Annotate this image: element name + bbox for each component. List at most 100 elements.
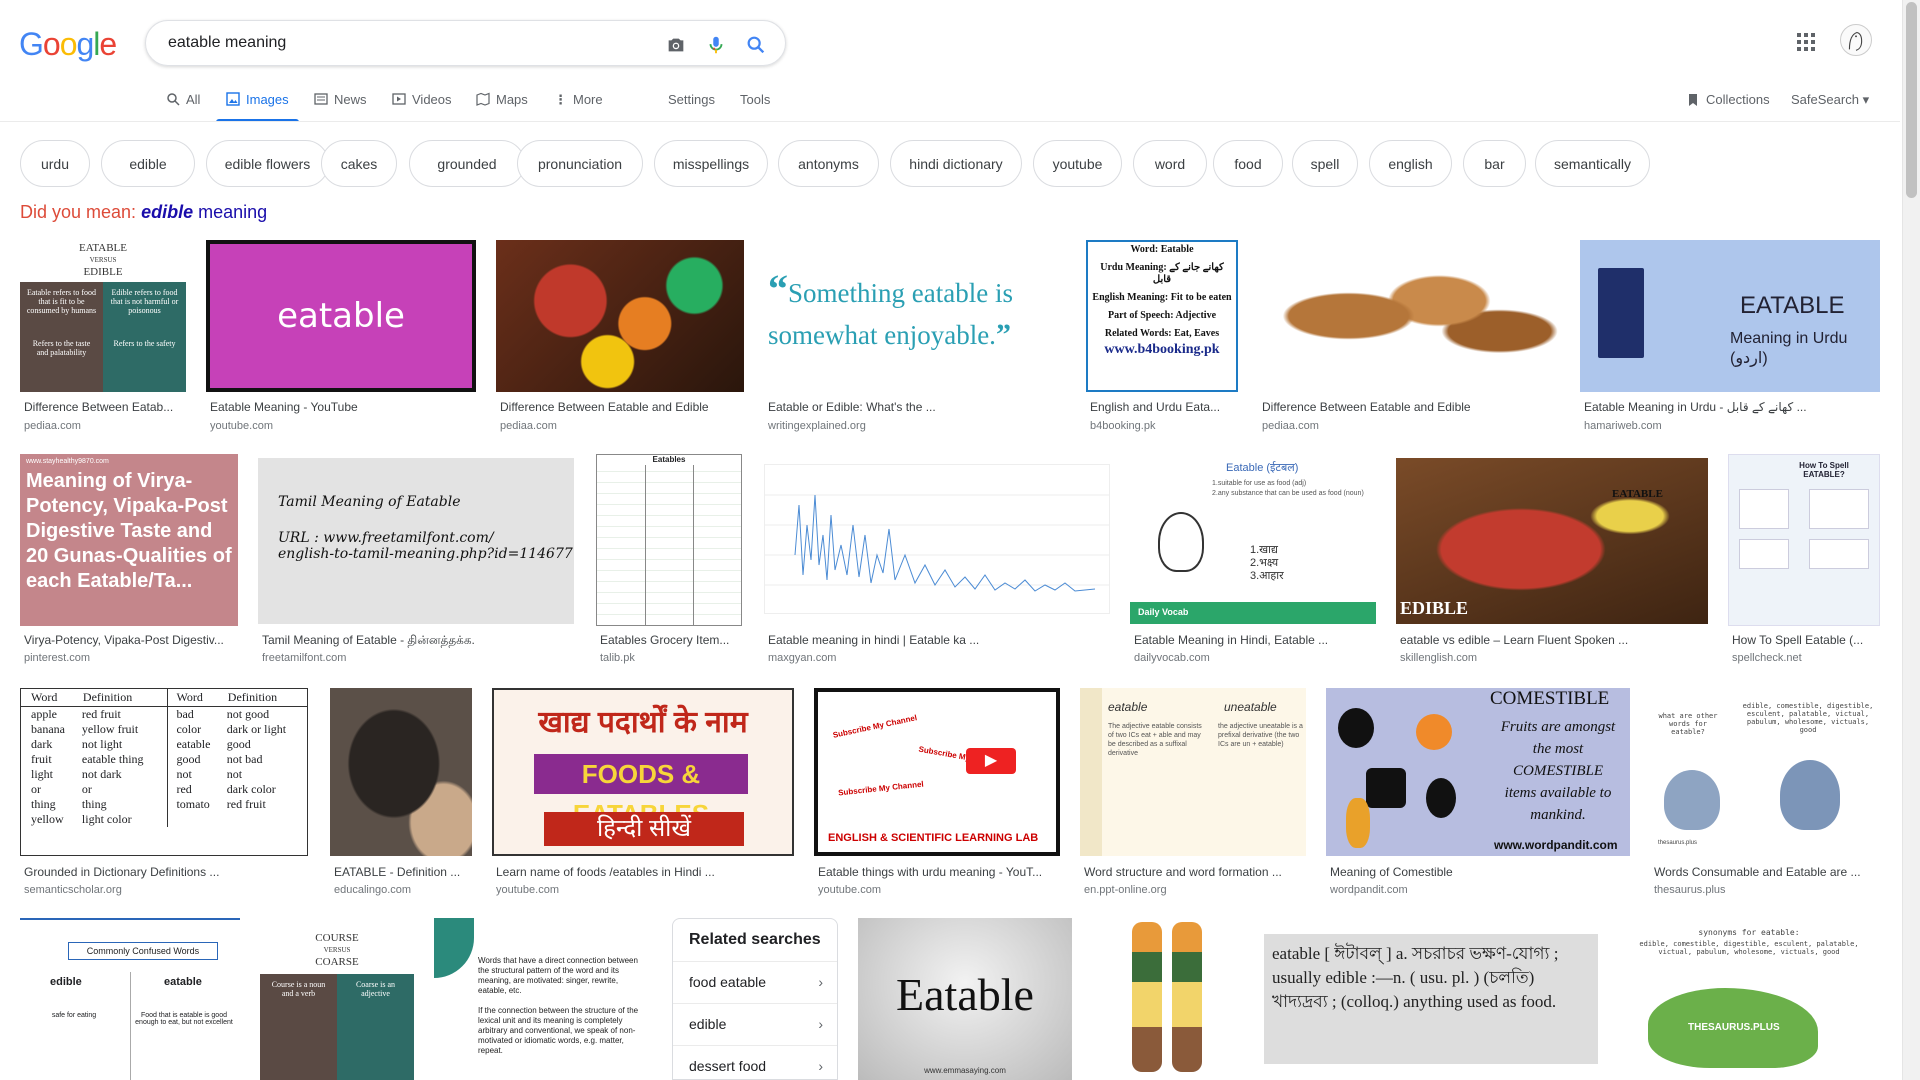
chip[interactable]: misspellings bbox=[654, 140, 768, 187]
thumb-text: www.stayhealthy9870.com bbox=[26, 458, 109, 465]
camera-icon[interactable] bbox=[665, 34, 687, 56]
tab-more[interactable]: ⋮ More bbox=[554, 88, 603, 122]
image-result[interactable]: Eatable (ईटबल) 1.suitable for use as foo… bbox=[1130, 454, 1376, 666]
search-icon[interactable] bbox=[745, 34, 767, 56]
pigeon-illustration bbox=[1664, 770, 1720, 830]
image-result[interactable]: EATABLE VERSUS EDIBLE Eatable refers to … bbox=[20, 240, 186, 435]
tab-videos[interactable]: Videos bbox=[392, 88, 452, 122]
dog-photo bbox=[330, 688, 472, 856]
image-result[interactable]: EATABLE EDIBLE eatable vs edible – Learn… bbox=[1396, 454, 1708, 666]
image-result[interactable]: Difference Between Eatable and Edible pe… bbox=[1258, 240, 1560, 435]
tab-all[interactable]: All bbox=[166, 88, 200, 122]
microphone-icon[interactable] bbox=[705, 34, 727, 56]
tab-settings[interactable]: Settings bbox=[668, 88, 715, 122]
thumb-text: www.wordpandit.com bbox=[1494, 838, 1618, 852]
result-source: youtube.com bbox=[818, 884, 881, 896]
image-result[interactable]: खाद्य पदार्थों के नाम FOODS & EATABLES ह… bbox=[492, 688, 794, 900]
table-cell: eatable thing bbox=[81, 752, 144, 766]
result-source: b4booking.pk bbox=[1090, 420, 1156, 432]
chip[interactable]: food bbox=[1213, 140, 1283, 187]
image-result[interactable]: Word Definition Word Definition apple red… bbox=[20, 688, 308, 900]
result-caption: Meaning of Comestible bbox=[1330, 865, 1453, 879]
definitions-table: Word Definition Word Definition apple red… bbox=[21, 689, 307, 827]
image-result[interactable]: Commonly Confused Words edible eatable s… bbox=[20, 918, 240, 1080]
image-result[interactable]: Eatables Eatables Grocery Item... talib.… bbox=[596, 454, 742, 666]
related-search-item[interactable]: food eatable › bbox=[673, 961, 837, 1001]
image-result[interactable] bbox=[1092, 918, 1244, 1080]
image-result[interactable]: EATABLE - Definition ... educalingo.com bbox=[330, 688, 472, 900]
result-thumbnail: eatable uneatable The adjective eatable … bbox=[1080, 688, 1306, 856]
chip[interactable]: urdu bbox=[20, 140, 90, 187]
chip-label: english bbox=[1388, 155, 1433, 172]
image-result[interactable]: How To Spell EATABLE? How To Spell Eatab… bbox=[1728, 454, 1880, 666]
chip[interactable]: cakes bbox=[321, 140, 397, 187]
chip[interactable]: semantically bbox=[1535, 140, 1650, 187]
thumb-text: eatable bbox=[1108, 700, 1148, 714]
thumb-text: Urdu Meaning: کھانے جانے کے قابل bbox=[1100, 262, 1224, 285]
result-caption: Word structure and word formation ... bbox=[1084, 865, 1282, 879]
image-result[interactable]: COURSE VERSUS COARSE Course is a noun an… bbox=[260, 918, 414, 1080]
chip[interactable]: bar bbox=[1463, 140, 1526, 187]
result-caption: Eatable Meaning in Hindi, Eatable ... bbox=[1134, 633, 1329, 647]
more-vert-icon: ⋮ bbox=[554, 92, 567, 107]
scrollbar-thumb[interactable] bbox=[1906, 2, 1917, 198]
tab-tools[interactable]: Tools bbox=[740, 88, 770, 122]
search-input[interactable] bbox=[166, 31, 636, 55]
safesearch-dropdown[interactable]: SafeSearch ▾ bbox=[1791, 92, 1869, 108]
chip[interactable]: youtube bbox=[1033, 140, 1122, 187]
thumb-text: Refers to the taste and palatability bbox=[32, 339, 91, 357]
did-you-mean-link[interactable]: edible meaning bbox=[141, 202, 267, 222]
tab-news[interactable]: News bbox=[314, 88, 367, 122]
chip[interactable]: grounded bbox=[409, 140, 525, 187]
chip[interactable]: pronunciation bbox=[517, 140, 643, 187]
image-result[interactable]: Words that have a direct connection betw… bbox=[434, 918, 652, 1080]
image-result[interactable]: Eatable meaning in hindi | Eatable ka ..… bbox=[764, 454, 1110, 666]
chip-label: bar bbox=[1484, 155, 1505, 172]
result-caption: How To Spell Eatable (... bbox=[1732, 633, 1864, 647]
chip[interactable]: spell bbox=[1292, 140, 1358, 187]
related-search-item[interactable]: dessert food › bbox=[673, 1045, 837, 1080]
image-result[interactable]: eatable Eatable Meaning - YouTube youtub… bbox=[206, 240, 476, 435]
image-result[interactable]: Word: Eatable Urdu Meaning: کھانے جانے ک… bbox=[1086, 240, 1238, 435]
image-result[interactable]: Tamil Meaning of Eatable URL : www.freet… bbox=[258, 454, 574, 666]
table-cell: not bbox=[226, 767, 243, 781]
thumb-text: Refers to the safety bbox=[113, 339, 176, 348]
apps-grid-icon[interactable] bbox=[1796, 32, 1816, 52]
chevron-right-icon: › bbox=[818, 1058, 823, 1074]
thumb-text: English Meaning: Fit to be eaten bbox=[1092, 292, 1232, 303]
image-result[interactable]: Eatable www.emmasaying.com bbox=[858, 918, 1072, 1080]
result-thumbnail: Eatable www.emmasaying.com bbox=[858, 918, 1072, 1080]
thumb-text: Eatable bbox=[896, 969, 1034, 1020]
thumb-text: EATABLE bbox=[1612, 488, 1663, 500]
account-avatar[interactable] bbox=[1840, 24, 1872, 56]
caret-down-icon: ▾ bbox=[1862, 92, 1870, 107]
chip[interactable]: antonyms bbox=[778, 140, 879, 187]
image-result[interactable]: synonyms for eatable: edible, comestible… bbox=[1618, 918, 1880, 1080]
page-scrollbar[interactable] bbox=[1902, 0, 1920, 1080]
chip[interactable]: edible bbox=[101, 140, 195, 187]
chip[interactable]: word bbox=[1133, 140, 1207, 187]
image-result[interactable]: Difference Between Eatable and Edible pe… bbox=[496, 240, 744, 435]
google-logo[interactable]: Google bbox=[19, 26, 117, 63]
thumb-text: 1.suitable for use as food (adj) bbox=[1212, 480, 1307, 487]
chip[interactable]: english bbox=[1369, 140, 1452, 187]
table-cell: apple bbox=[31, 707, 57, 721]
chevron-right-icon: › bbox=[818, 974, 823, 990]
image-result[interactable]: www.stayhealthy9870.com Meaning of Virya… bbox=[20, 454, 238, 666]
tab-images[interactable]: Images bbox=[216, 88, 299, 122]
tab-maps[interactable]: Maps bbox=[476, 88, 528, 122]
chip[interactable]: hindi dictionary bbox=[890, 140, 1022, 187]
collections-link[interactable]: Collections bbox=[1686, 92, 1770, 107]
image-result[interactable]: Subscribe My Channel Subscribe My Channe… bbox=[814, 688, 1060, 900]
thumb-text: www.emmasaying.com bbox=[924, 1066, 1006, 1075]
image-result[interactable]: COMESTIBLE Fruits are amongst the most C… bbox=[1326, 688, 1630, 900]
table-cell: dark or light bbox=[226, 722, 287, 736]
image-result[interactable]: eatable [ ঈটাবল্ ] a. সচরাচর ভক্ষণ-যোগ্য… bbox=[1264, 918, 1598, 1080]
result-source: pediaa.com bbox=[500, 420, 557, 432]
related-search-item[interactable]: edible › bbox=[673, 1003, 837, 1043]
image-result[interactable]: EATABLE Meaning in Urdu (اردو) Eatable M… bbox=[1580, 240, 1880, 435]
chip[interactable]: edible flowers bbox=[206, 140, 329, 187]
image-result[interactable]: eatable uneatable The adjective eatable … bbox=[1080, 688, 1306, 900]
image-result[interactable]: “Something eatable is somewhat enjoyable… bbox=[764, 240, 1066, 435]
image-result[interactable]: what are other words for eatable? edible… bbox=[1650, 688, 1880, 900]
